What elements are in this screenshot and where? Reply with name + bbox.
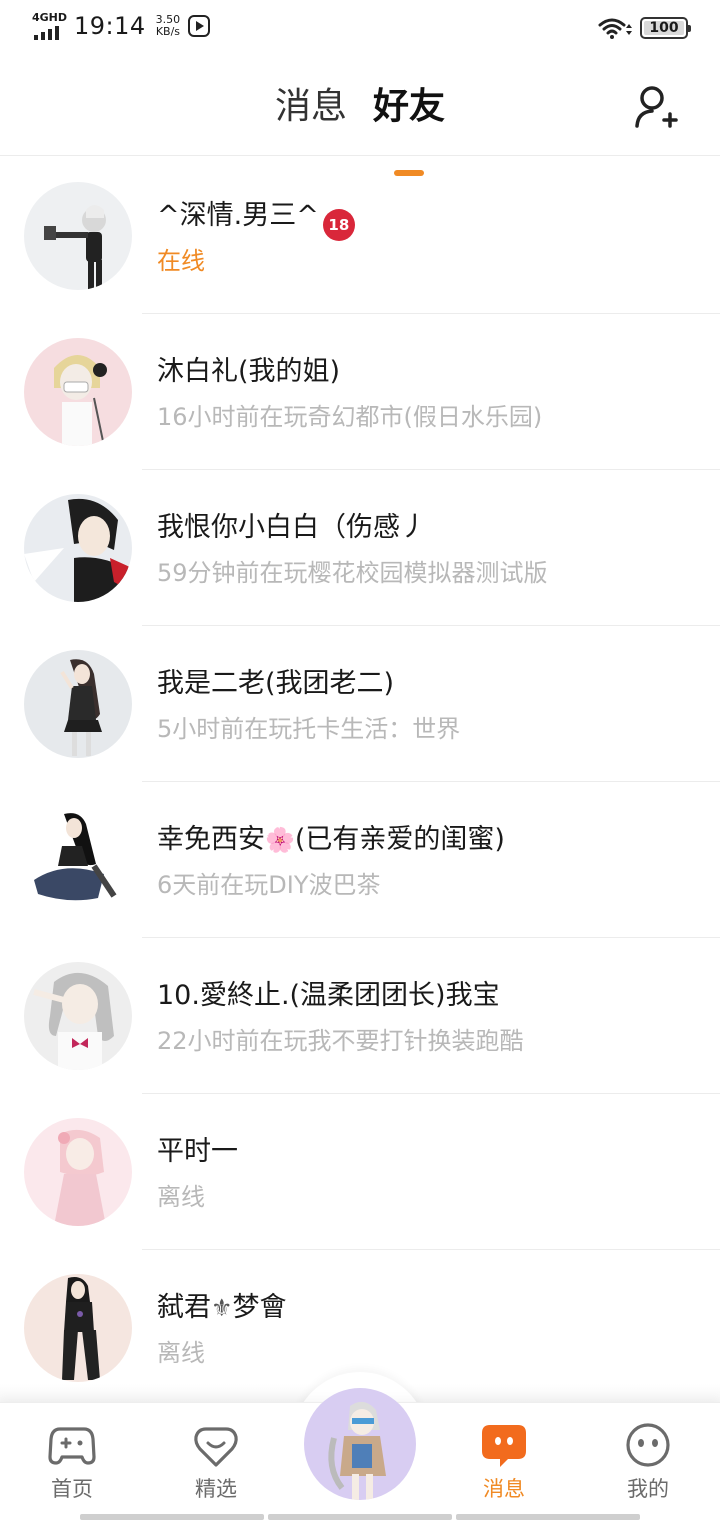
- nav-featured[interactable]: 精选: [156, 1403, 276, 1513]
- friend-name-part: (已有亲爱的闺蜜): [294, 824, 505, 855]
- signal-icon: 4GHD: [32, 12, 68, 40]
- friend-status: 22小时前在玩我不要打针换装跑酷: [157, 1027, 524, 1055]
- add-person-icon[interactable]: [634, 84, 678, 128]
- gamepad-icon: [48, 1427, 96, 1465]
- nav-home-label: 首页: [51, 1477, 93, 1501]
- age-18-badge-icon: 18: [322, 209, 355, 241]
- avatar: [24, 494, 132, 602]
- friend-name-part: 幸免西安: [157, 824, 265, 855]
- friend-row[interactable]: 10.愛終止.(温柔团团长)我宝 22小时前在玩我不要打针换装跑酷: [0, 938, 720, 1094]
- friend-name: 10.愛終止.(温柔团团长)我宝: [157, 980, 500, 1011]
- wifi-icon: [598, 18, 632, 39]
- battery-icon: 100: [640, 17, 691, 39]
- avatar: [24, 338, 132, 446]
- avatar: [24, 182, 132, 290]
- network-type: 4GHD: [32, 11, 68, 24]
- friend-name: 我是二老(我团老二): [157, 668, 395, 699]
- clock: 19:14: [74, 12, 146, 40]
- nav-profile-label: 我的: [627, 1477, 669, 1501]
- nav-home[interactable]: 首页: [12, 1403, 132, 1513]
- network-speed: 3.50 KB/s: [156, 14, 181, 38]
- message-icon: [482, 1425, 526, 1467]
- friend-name: 平时一: [157, 1136, 238, 1167]
- tab-friends[interactable]: 好友: [373, 84, 446, 176]
- friend-name-part: 弑君: [157, 1292, 211, 1323]
- friend-status: 16小时前在玩奇幻都市(假日水乐园): [157, 403, 543, 431]
- friend-row[interactable]: 幸免西安🌸(已有亲爱的闺蜜) 6天前在玩DIY波巴茶: [0, 782, 720, 938]
- friend-row[interactable]: 我恨你小白白（伤感丿 59分钟前在玩樱花校园模拟器测试版: [0, 470, 720, 626]
- status-bar: 4GHD 19:14 3.50 KB/s 100: [0, 0, 720, 58]
- friend-name: 幸免西安🌸(已有亲爱的闺蜜): [157, 820, 505, 860]
- center-character-button[interactable]: [304, 1388, 416, 1500]
- friend-list: ^深情.男三^ 18 在线 沐白礼(我的姐) 16小时前在玩奇幻都市(假日水乐园): [0, 158, 720, 1406]
- friend-name: 弑君⚜梦會: [157, 1288, 287, 1328]
- nav-messages-label: 消息: [483, 1477, 525, 1501]
- cherry-blossom-icon: 🌸: [265, 826, 295, 854]
- nav-profile[interactable]: 我的: [588, 1403, 708, 1513]
- friend-status: 离线: [157, 1339, 205, 1367]
- friend-status: 离线: [157, 1183, 205, 1211]
- fleur-de-lis-icon: ⚜: [211, 1294, 233, 1322]
- friend-row[interactable]: 平时一 离线: [0, 1094, 720, 1250]
- screen-record-icon: [188, 15, 211, 37]
- nav-featured-label: 精选: [195, 1477, 237, 1501]
- tab-messages[interactable]: 消息: [275, 84, 347, 130]
- friend-status: 5小时前在玩托卡生活：世界: [157, 715, 461, 743]
- network-speed-unit: KB/s: [155, 25, 181, 38]
- friend-name-part: 梦會: [232, 1292, 287, 1323]
- nav-messages[interactable]: 消息: [444, 1403, 564, 1513]
- friend-status: 59分钟前在玩樱花校园模拟器测试版: [157, 559, 548, 587]
- friend-status: 6天前在玩DIY波巴茶: [157, 871, 381, 899]
- avatar: [24, 962, 132, 1070]
- avatar: [24, 806, 132, 914]
- friend-row[interactable]: ^深情.男三^ 18 在线: [0, 158, 720, 314]
- header: 消息 好友: [0, 58, 720, 176]
- friend-row[interactable]: 沐白礼(我的姐) 16小时前在玩奇幻都市(假日水乐园): [0, 314, 720, 470]
- tab-friends-label: 好友: [373, 86, 446, 127]
- battery-level: 100: [649, 20, 679, 36]
- avatar: [24, 650, 132, 758]
- gesture-bar: [80, 1514, 640, 1520]
- friend-name-text: ^深情.男三^: [157, 200, 319, 231]
- tab-bar: 消息 好友: [0, 84, 720, 176]
- friend-name: 我恨你小白白（伤感丿: [157, 512, 427, 543]
- avatar: [24, 1118, 132, 1226]
- friend-name: ^深情.男三^ 18: [157, 196, 355, 241]
- avatar: [24, 1274, 132, 1382]
- face-icon: [626, 1423, 670, 1467]
- friend-name: 沐白礼(我的姐): [157, 356, 341, 387]
- friend-row[interactable]: 我是二老(我团老二) 5小时前在玩托卡生活：世界: [0, 626, 720, 782]
- friend-status: 在线: [157, 247, 205, 275]
- heart-chat-icon: [194, 1427, 238, 1467]
- character-avatar: [304, 1388, 416, 1500]
